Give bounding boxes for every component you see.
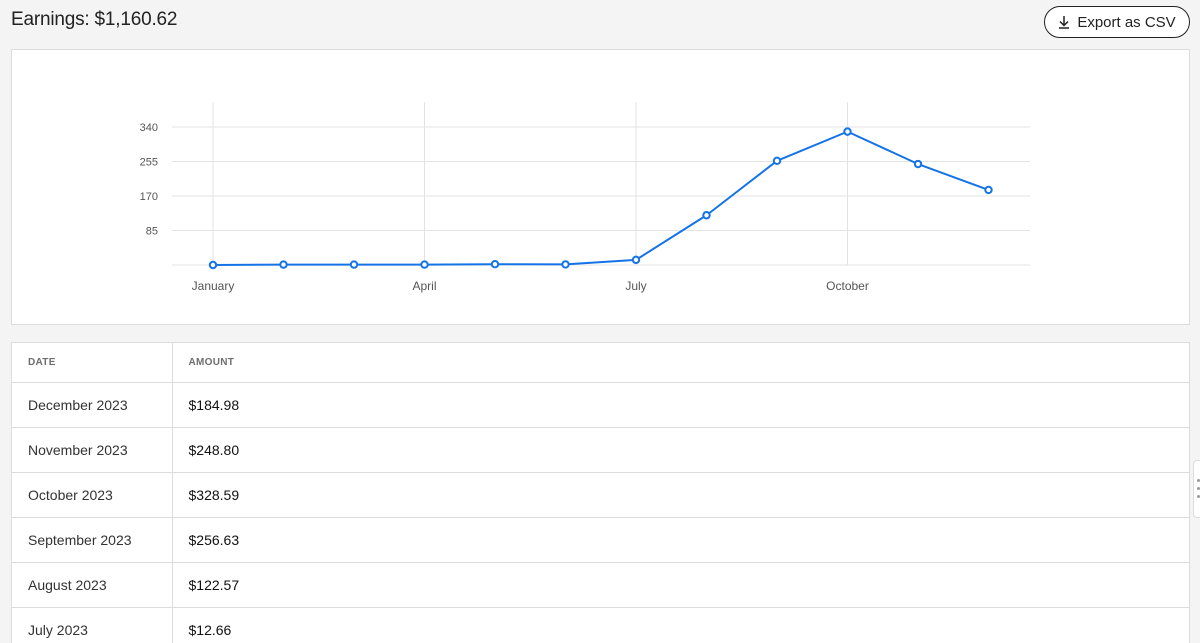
column-header-date: DATE [12, 343, 173, 383]
earnings-table-card: DATE AMOUNT December 2023 $184.98 Novemb… [11, 342, 1190, 643]
earnings-line-chart: 85 170 255 340 January April July October [140, 102, 1030, 293]
data-point [561, 260, 570, 269]
data-point [349, 260, 359, 269]
data-point [984, 185, 993, 195]
export-csv-label: Export as CSV [1077, 13, 1176, 31]
row-amount: $184.98 [172, 382, 1189, 428]
export-csv-button[interactable]: Export as CSV [1044, 6, 1190, 38]
table-row: December 2023 $184.98 [12, 382, 1189, 428]
data-point [279, 260, 288, 269]
row-date: August 2023 [12, 562, 173, 608]
data-point [772, 156, 782, 166]
data-point [631, 255, 641, 265]
x-tick-label: January [192, 279, 235, 293]
series-line [212, 130, 989, 266]
page-header: Earnings: $1,160.62 Export as CSV [0, 0, 1200, 48]
table-header-row: DATE AMOUNT [12, 343, 1189, 383]
y-tick-label: 255 [140, 157, 158, 169]
column-header-amount: AMOUNT [172, 343, 1189, 383]
table-row: September 2023 $256.63 [12, 517, 1189, 563]
row-amount: $12.66 [172, 607, 1189, 643]
data-point [913, 159, 923, 169]
table-row: July 2023 $12.66 [12, 607, 1189, 643]
x-tick-label: October [826, 279, 869, 293]
row-amount: $248.80 [172, 427, 1189, 473]
row-date: July 2023 [12, 607, 173, 643]
row-amount: $328.59 [172, 472, 1189, 518]
earnings-chart: 85 170 255 340 January April July October [11, 49, 1190, 325]
table-row: August 2023 $122.57 [12, 562, 1189, 608]
earnings-total: Earnings: $1,160.62 [11, 9, 178, 30]
row-date: September 2023 [12, 517, 173, 563]
y-tick-label: 85 [146, 226, 158, 238]
table-row: November 2023 $248.80 [12, 427, 1189, 473]
y-tick-label: 170 [140, 191, 158, 203]
x-tick-label: April [412, 279, 436, 293]
y-tick-label: 340 [140, 122, 158, 134]
data-point [843, 127, 852, 136]
data-point [420, 260, 429, 269]
table-row: October 2023 $328.59 [12, 472, 1189, 518]
row-amount: $256.63 [172, 517, 1189, 563]
x-tick-label: July [625, 279, 646, 293]
data-point [702, 211, 711, 220]
row-date: December 2023 [12, 382, 173, 428]
row-date: November 2023 [12, 427, 173, 473]
download-icon [1059, 16, 1070, 29]
earnings-table: DATE AMOUNT December 2023 $184.98 Novemb… [12, 343, 1189, 643]
data-point [490, 259, 500, 269]
row-amount: $122.57 [172, 562, 1189, 608]
side-panel-handle[interactable] [1193, 460, 1200, 518]
row-date: October 2023 [12, 472, 173, 518]
data-point [208, 260, 218, 270]
